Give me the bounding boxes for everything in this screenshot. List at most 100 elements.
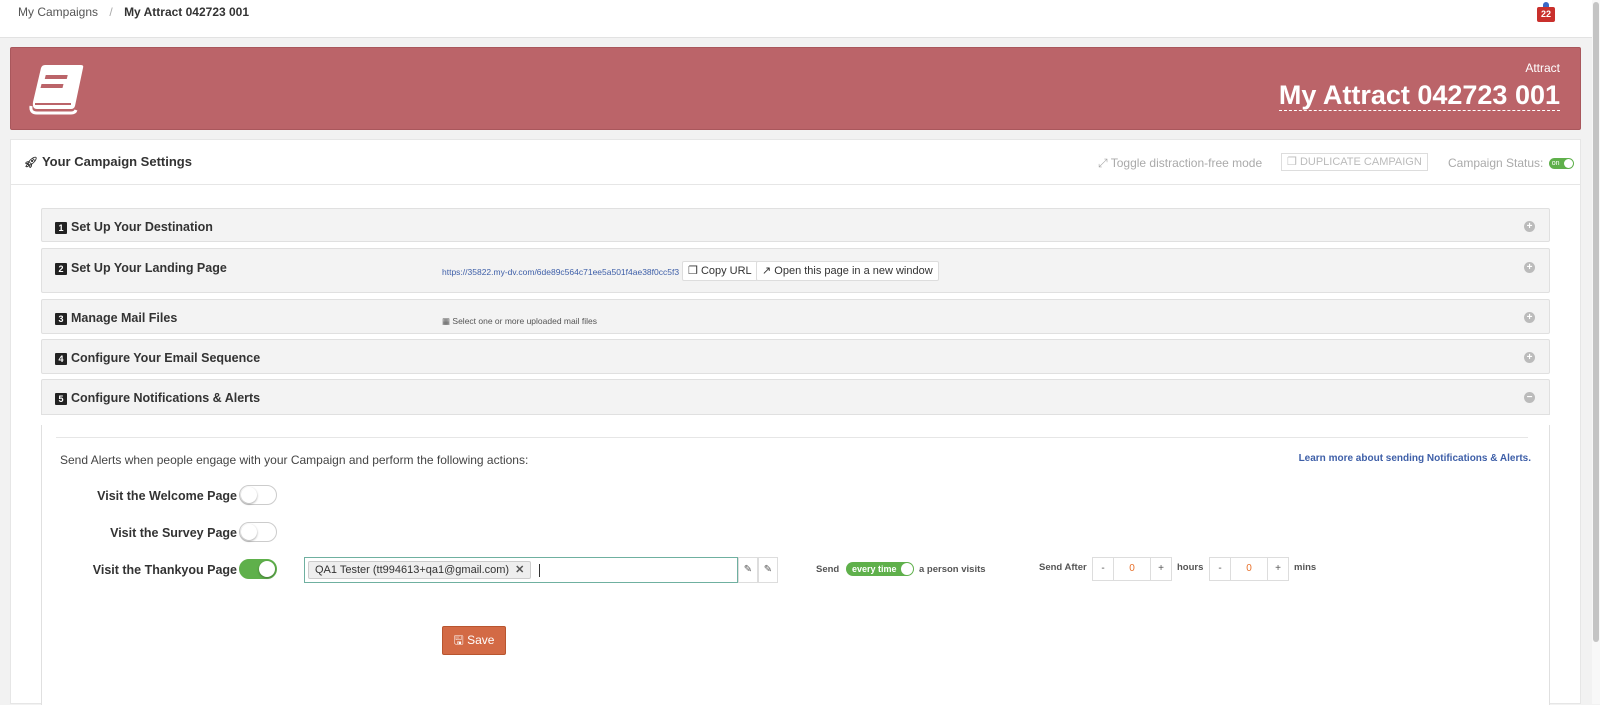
book-icon: [29, 65, 84, 115]
frequency-toggle[interactable]: every time: [846, 562, 914, 576]
welcome-page-toggle[interactable]: [239, 485, 277, 505]
breadcrumb-separator: /: [109, 5, 113, 19]
survey-page-label: Visit the Survey Page: [110, 526, 237, 540]
copy-icon: ❐: [1287, 156, 1297, 168]
hours-label: hours: [1177, 562, 1204, 573]
toggle-distraction-free-label: Toggle distraction-free mode: [1110, 156, 1263, 170]
mins-decrement-button[interactable]: -: [1210, 558, 1231, 580]
section-email-sequence[interactable]: 4 Configure Your Email Sequence +: [41, 339, 1550, 374]
section-label: Configure Notifications & Alerts: [71, 391, 261, 405]
expand-icon: ⤢: [1098, 156, 1108, 170]
hours-increment-button[interactable]: +: [1150, 558, 1171, 580]
campaign-type: Attract: [1525, 61, 1560, 75]
open-new-window-button[interactable]: ↗ Open this page in a new window: [756, 261, 939, 281]
section-number: 1: [55, 222, 67, 234]
mail-files-hint-text: Select one or more uploaded mail files: [452, 316, 597, 326]
copy-url-label: Copy URL: [700, 265, 752, 277]
toggle-knob: [901, 563, 913, 575]
campaign-status-label: Campaign Status:: [1448, 156, 1544, 170]
section-destination[interactable]: 1 Set Up Your Destination +: [41, 208, 1550, 242]
breadcrumb: My Campaigns / My Attract 042723 001: [18, 5, 249, 19]
thankyou-page-toggle[interactable]: [239, 559, 277, 579]
duplicate-campaign-label: DUPLICATE CAMPAIGN: [1299, 156, 1422, 168]
section-number: 3: [55, 313, 67, 325]
toggle-knob: [241, 487, 257, 503]
mail-files-hint: ▦ Select one or more uploaded mail files: [442, 316, 597, 327]
minus-circle-icon[interactable]: −: [1524, 392, 1535, 403]
toggle-knob: [1563, 159, 1573, 169]
toggle-knob: [241, 524, 257, 540]
campaign-status: Campaign Status: on: [1448, 156, 1574, 170]
hours-stepper[interactable]: - 0 +: [1092, 557, 1172, 581]
pencil-icon: ✎: [743, 564, 753, 575]
campaign-status-toggle-text: on: [1551, 160, 1560, 168]
settings-title: 🚀︎ Your Campaign Settings: [24, 154, 192, 169]
frequency-toggle-text: every time: [852, 564, 897, 574]
settings-title-text: Your Campaign Settings: [41, 154, 192, 169]
hours-decrement-button[interactable]: -: [1093, 558, 1114, 580]
learn-more-link[interactable]: Learn more about sending Notifications &…: [1299, 453, 1531, 464]
edit-recipient-button[interactable]: ✎: [738, 557, 758, 583]
notifications-button[interactable]: 22: [1537, 2, 1555, 22]
toggle-distraction-free-link[interactable]: ⤢ Toggle distraction-free mode: [1098, 156, 1262, 171]
section-label: Configure Your Email Sequence: [71, 351, 261, 365]
mins-value[interactable]: 0: [1231, 558, 1267, 580]
landing-page-url-link[interactable]: https://35822.my-dv.com/6de89c564c71ee5a…: [442, 267, 679, 277]
mins-stepper[interactable]: - 0 +: [1209, 557, 1289, 581]
section-label: Set Up Your Landing Page: [71, 261, 227, 275]
scrollbar-thumb[interactable]: [1593, 2, 1599, 642]
mins-increment-button[interactable]: +: [1267, 558, 1288, 580]
plus-circle-icon[interactable]: +: [1524, 221, 1535, 232]
recipient-tag[interactable]: QA1 Tester (tt994613+qa1@gmail.com) ✕: [308, 561, 532, 579]
section-landing-page[interactable]: 2 Set Up Your Landing Page https://35822…: [41, 248, 1550, 293]
external-link-icon: ↗: [762, 265, 772, 277]
mins-label: mins: [1294, 562, 1317, 573]
recipient-tag-label: QA1 Tester (tt994613+qa1@gmail.com): [315, 564, 510, 576]
send-label: Send: [816, 564, 840, 575]
recipients-input[interactable]: QA1 Tester (tt994613+qa1@gmail.com) ✕: [304, 557, 738, 583]
section-label: Set Up Your Destination: [71, 220, 213, 234]
campaign-header: Attract My Attract 042723 001: [10, 47, 1581, 130]
campaign-title[interactable]: My Attract 042723 001: [1278, 80, 1560, 111]
welcome-page-label: Visit the Welcome Page: [97, 489, 237, 503]
breadcrumb-my-campaigns[interactable]: My Campaigns: [18, 5, 98, 19]
rocket-icon: 🚀︎: [24, 157, 38, 169]
settings-header: 🚀︎ Your Campaign Settings ⤢ Toggle distra…: [11, 140, 1580, 185]
page-scrollbar[interactable]: [1592, 0, 1600, 704]
campaign-status-toggle[interactable]: on: [1548, 158, 1574, 170]
section-notifications-alerts[interactable]: 5 Configure Notifications & Alerts −: [41, 379, 1550, 415]
section-number: 5: [55, 393, 67, 405]
section-mail-files[interactable]: 3 Manage Mail Files ▦ Select one or more…: [41, 299, 1550, 334]
alerts-intro: Send Alerts when people engage with your…: [60, 453, 529, 467]
copy-url-button[interactable]: ❐ Copy URL: [682, 261, 758, 281]
copy-icon: ❐: [688, 265, 698, 277]
breadcrumb-current: My Attract 042723 001: [124, 5, 250, 19]
duplicate-campaign-button[interactable]: ❐ DUPLICATE CAMPAIGN: [1281, 153, 1428, 171]
section-label: Manage Mail Files: [71, 311, 178, 325]
top-bar: My Campaigns / My Attract 042723 001 22: [0, 0, 1592, 38]
divider: [56, 437, 1528, 438]
edit-message-button[interactable]: ✎: [758, 557, 778, 583]
notifications-alerts-body: Send Alerts when people engage with your…: [41, 425, 1550, 705]
floppy-disk-icon: 🖫︎: [453, 633, 464, 647]
hours-value[interactable]: 0: [1114, 558, 1150, 580]
save-button[interactable]: 🖫︎ Save: [442, 626, 506, 655]
thankyou-page-label: Visit the Thankyou Page: [92, 563, 237, 577]
open-new-window-label: Open this page in a new window: [774, 265, 933, 277]
text-caret: [539, 564, 540, 577]
grid-icon: ▦: [442, 316, 451, 326]
notification-count-badge: 22: [1537, 7, 1555, 22]
plus-circle-icon[interactable]: +: [1524, 312, 1535, 323]
section-number: 4: [55, 353, 67, 365]
survey-page-toggle[interactable]: [239, 522, 277, 542]
section-number: 2: [55, 263, 67, 275]
remove-tag-icon[interactable]: ✕: [515, 564, 524, 576]
send-after-label: Send After: [1039, 562, 1087, 573]
save-label: Save: [467, 633, 495, 647]
toggle-knob: [259, 561, 275, 577]
frequency-suffix: a person visits: [919, 564, 986, 575]
plus-circle-icon[interactable]: +: [1524, 262, 1535, 273]
pencil-icon: ✎: [763, 564, 773, 575]
plus-circle-icon[interactable]: +: [1524, 352, 1535, 363]
campaign-settings-panel: 🚀︎ Your Campaign Settings ⤢ Toggle distra…: [10, 139, 1581, 705]
